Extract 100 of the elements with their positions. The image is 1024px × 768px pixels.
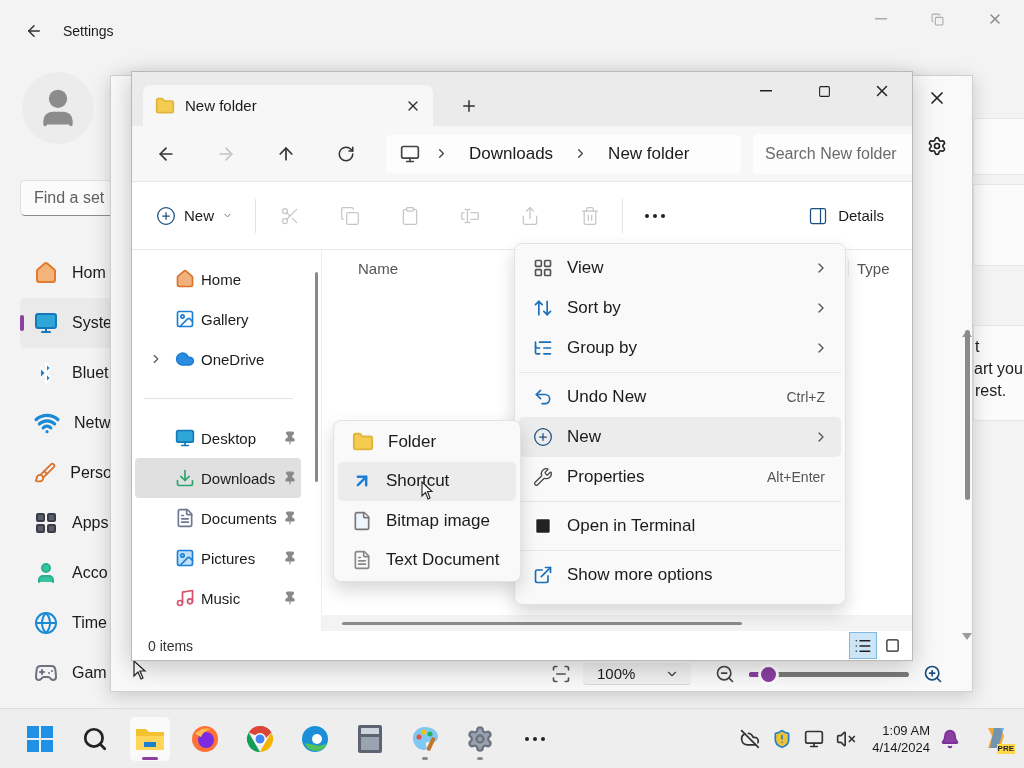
house-icon [34,261,58,285]
setting-text: rest. [975,382,1008,400]
chrome-icon [246,724,274,753]
shortcut-text: Alt+Enter [767,469,825,485]
apps-icon [34,511,58,535]
setting-text: t [975,338,981,356]
nav-item[interactable]: Syste [20,298,112,348]
calculator-icon [358,724,382,753]
nav-item[interactable]: Netw [20,398,112,448]
picture-icon [175,548,195,568]
search-icon [82,725,108,752]
trash-icon [580,205,600,226]
menu-item[interactable]: Text Document [338,540,516,580]
new-button[interactable]: New [148,199,241,232]
nav-item[interactable]: Gallery [135,299,301,339]
copilot-button[interactable]: PRE [982,723,1012,754]
menu-item[interactable]: Properties Alt+Enter [519,457,841,497]
document-icon [175,508,195,528]
paste-icon [400,205,420,226]
pin-icon [283,431,297,445]
clock[interactable]: 1:09 AM 4/14/2024 [872,721,930,756]
more-icon [525,736,545,741]
house-icon [175,269,195,289]
menu-item[interactable]: View [519,248,841,288]
menu-item[interactable]: Show more options [519,555,841,595]
zoom-in-icon[interactable] [923,664,943,684]
share-icon [520,205,540,226]
breadcrumb[interactable]: New folder [602,143,696,164]
terminal-icon [533,516,553,536]
menu-item[interactable]: Sort by [519,288,841,328]
cloud-icon [175,349,195,369]
monitor-icon [34,310,58,336]
menu-item[interactable]: Bitmap image [338,501,516,541]
desktop-icon [175,428,195,448]
menu-item[interactable]: Open in Terminal [519,506,841,546]
grid-icon [533,258,553,278]
search-field[interactable]: Find a set [20,180,112,216]
status-text: 0 items [148,637,194,654]
menu-item[interactable]: New [519,417,841,457]
menu-item[interactable]: Shortcut [338,461,516,501]
tab[interactable]: New folder [143,85,433,126]
download-icon [175,468,195,488]
details-view-button[interactable] [849,632,877,659]
plus-circle-icon [156,205,176,226]
zoom-dropdown[interactable]: 100% [583,663,691,685]
image-file-icon [352,510,372,531]
globe-icon [34,611,58,635]
nav-item[interactable]: Acco [20,548,112,598]
nav-item[interactable]: Pictures [135,538,301,578]
taskbar-button[interactable] [130,716,170,761]
edge-icon [301,724,329,753]
undo-icon [533,387,553,407]
gallery-icon [175,309,195,329]
menu-item[interactable]: Undo New Ctrl+Z [519,377,841,417]
nav-item[interactable]: Perso [20,448,112,498]
nav-item[interactable]: Bluet [20,348,112,398]
nav-item[interactable]: Hom [20,248,112,298]
nav-item[interactable]: Gam [20,648,112,698]
panel-icon [808,205,829,226]
pin-icon [283,511,297,525]
nav-item[interactable]: Time [20,598,112,648]
scrollbar[interactable] [315,272,318,482]
bell-icon[interactable] [940,728,960,749]
folder-icon [352,430,374,453]
list-icon [533,338,553,358]
cloud-off-icon[interactable] [740,728,761,749]
nav-item[interactable]: Documents [135,498,301,538]
menu-item[interactable]: Group by [519,328,841,368]
nav-item[interactable]: Music [135,578,301,618]
pin-icon [283,591,297,605]
menu-item[interactable]: Folder [338,422,516,462]
breadcrumb[interactable]: Downloads [463,143,560,164]
scrollbar[interactable] [322,615,912,631]
square-icon [884,638,900,653]
column-header[interactable]: Name [358,259,398,277]
nav-item[interactable]: Downloads [135,458,301,498]
column-header[interactable]: Type [848,259,912,277]
nav-item[interactable]: OneDrive [135,339,301,379]
setting-text: art you [974,360,1024,378]
fit-screen-icon[interactable] [551,664,571,684]
volume-mute-icon[interactable] [836,728,857,749]
brush-icon [34,461,57,485]
nav-item[interactable]: Home [135,259,301,299]
music-icon [175,588,195,608]
zoom-out-icon[interactable] [715,664,735,684]
maximize-icon [817,84,831,98]
minimize-icon [760,90,772,92]
details-button[interactable]: Details [802,204,890,227]
nav-item[interactable]: Desktop [135,418,301,458]
folder-icon [155,95,175,116]
refresh-icon [337,144,355,163]
scrollbar[interactable] [964,330,970,640]
network-icon[interactable] [804,728,825,749]
search-field[interactable]: Search New folder [753,133,912,174]
plus-circle-icon [533,427,553,447]
window-title: Settings [63,23,114,39]
address-bar[interactable]: Downloads New folder [386,134,741,173]
nav-item[interactable]: Apps [20,498,112,548]
shield-icon[interactable] [772,728,793,749]
zoom-slider[interactable] [749,664,909,684]
